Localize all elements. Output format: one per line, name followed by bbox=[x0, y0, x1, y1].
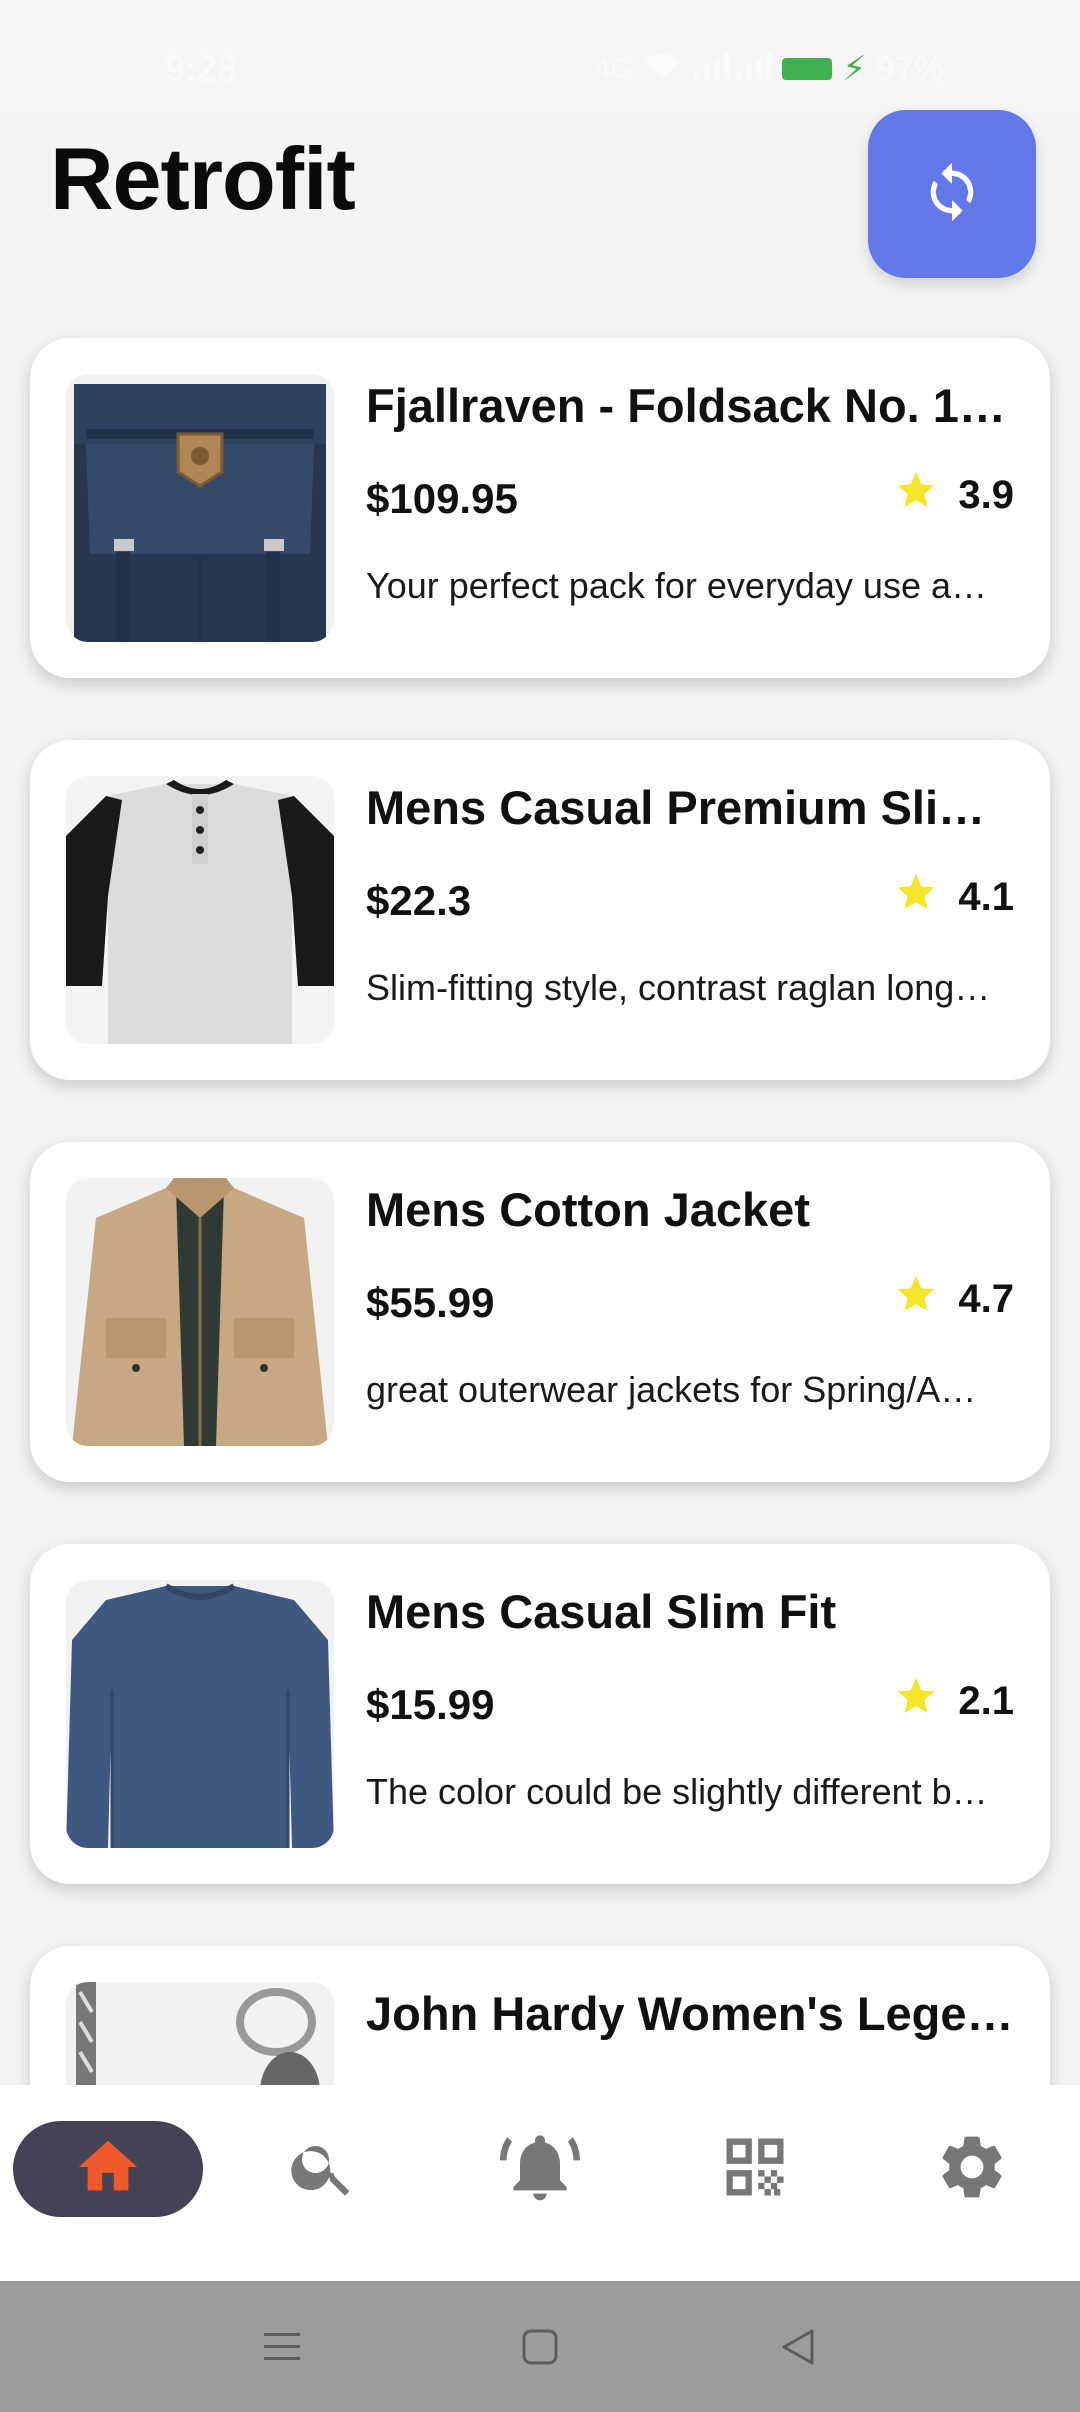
page-title: Retrofit bbox=[50, 129, 356, 228]
star-icon bbox=[894, 870, 938, 924]
bottom-navigation bbox=[0, 2085, 1080, 2281]
recent-apps-button[interactable] bbox=[252, 2319, 312, 2379]
star-icon bbox=[894, 1272, 938, 1326]
nav-search[interactable] bbox=[228, 2121, 418, 2217]
system-navigation-bar bbox=[0, 2281, 1080, 2412]
rating-value: 2.1 bbox=[958, 1678, 1014, 1723]
product-card[interactable]: Mens Casual Premium Slim… $22.3 4.1 Slim… bbox=[30, 740, 1050, 1080]
product-price: $22.3 bbox=[366, 877, 472, 924]
product-description: great outerwear jackets for Spring/A… bbox=[366, 1369, 977, 1410]
nav-settings[interactable] bbox=[877, 2121, 1067, 2217]
product-title: Fjallraven - Foldsack No. 1 … bbox=[366, 379, 1016, 432]
product-price: $109.95 bbox=[366, 475, 518, 522]
home-icon bbox=[73, 2132, 143, 2207]
qr-code-icon bbox=[717, 2129, 793, 2210]
settings-icon bbox=[934, 2129, 1010, 2210]
product-title: Mens Casual Slim Fit bbox=[366, 1585, 837, 1638]
product-rating: 4.1 bbox=[894, 870, 1014, 924]
product-card[interactable]: Mens Casual Slim Fit $15.99 2.1 The colo… bbox=[30, 1544, 1050, 1884]
product-rating: 3.9 bbox=[894, 468, 1014, 522]
product-title: Mens Cotton Jacket bbox=[366, 1183, 810, 1236]
home-system-button[interactable] bbox=[510, 2319, 570, 2379]
product-description: Slim-fitting style, contrast raglan long… bbox=[366, 967, 991, 1008]
rating-value: 4.7 bbox=[958, 1276, 1014, 1321]
rating-value: 4.1 bbox=[958, 874, 1014, 919]
product-title: Mens Casual Premium Slim… bbox=[366, 781, 1016, 834]
rating-value: 3.9 bbox=[958, 472, 1014, 517]
nav-qr-scan[interactable] bbox=[660, 2121, 850, 2217]
product-list[interactable]: Fjallraven - Foldsack No. 1 … $109.95 3.… bbox=[0, 0, 1080, 2085]
star-icon bbox=[894, 1674, 938, 1728]
product-card[interactable]: John Hardy Women's Legen… bbox=[30, 1946, 1050, 2085]
product-title: John Hardy Women's Legen… bbox=[366, 1987, 1016, 2040]
product-card[interactable]: Fjallraven - Foldsack No. 1 … $109.95 3.… bbox=[30, 338, 1050, 678]
product-price: $55.99 bbox=[366, 1279, 495, 1326]
product-rating: 4.7 bbox=[894, 1272, 1014, 1326]
refresh-icon bbox=[920, 160, 984, 229]
nav-home[interactable] bbox=[13, 2121, 203, 2217]
product-description: The color could be slightly different b… bbox=[366, 1771, 988, 1812]
menu-icon bbox=[262, 2329, 302, 2370]
jacket-image bbox=[66, 1178, 334, 1446]
tshirt-image bbox=[66, 776, 334, 1044]
product-card[interactable]: Mens Cotton Jacket $55.99 4.7 great oute… bbox=[30, 1142, 1050, 1482]
product-price: $15.99 bbox=[366, 1681, 495, 1728]
refresh-button[interactable] bbox=[868, 110, 1036, 278]
back-button[interactable] bbox=[768, 2319, 828, 2379]
back-icon bbox=[778, 2327, 818, 2372]
nav-notifications[interactable] bbox=[445, 2121, 635, 2217]
bracelet-image bbox=[66, 1982, 334, 2085]
backpack-image bbox=[66, 374, 334, 642]
home-square-icon bbox=[520, 2327, 560, 2372]
longsleeve-image bbox=[66, 1580, 334, 1848]
product-description: Your perfect pack for everyday use a… bbox=[366, 565, 987, 606]
star-icon bbox=[894, 468, 938, 522]
bell-icon bbox=[500, 2127, 580, 2212]
search-icon bbox=[287, 2131, 359, 2208]
product-rating: 2.1 bbox=[894, 1674, 1014, 1728]
